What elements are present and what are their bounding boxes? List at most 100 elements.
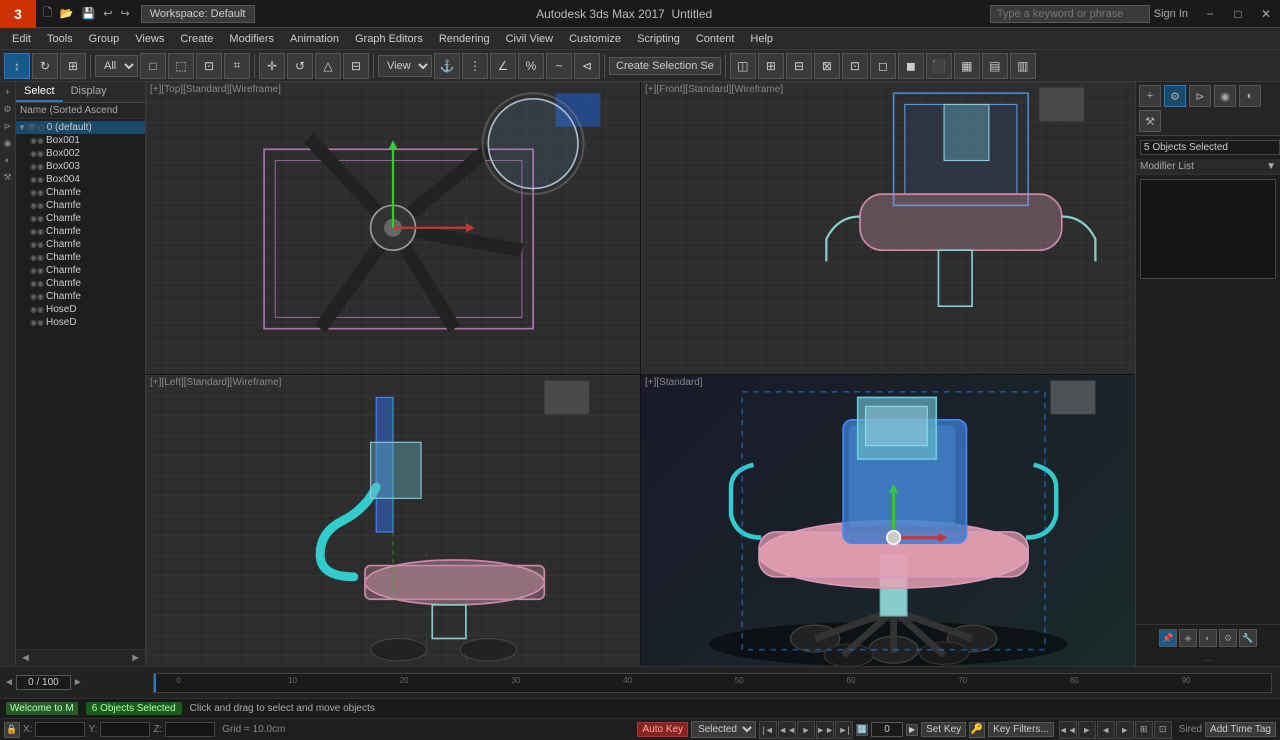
menu-tools[interactable]: Tools (39, 31, 81, 47)
menu-animation[interactable]: Animation (282, 31, 347, 47)
tree-item-box003[interactable]: ◉◉ Box003 (16, 160, 145, 173)
tree-item-root[interactable]: ▼ 👁 ◻ 0 (default) (16, 121, 145, 134)
y-input[interactable] (100, 722, 150, 737)
search-input[interactable] (990, 5, 1150, 23)
named-sel-3[interactable]: ⊟ (786, 53, 812, 79)
extra-btn1[interactable]: ◄◄ (1059, 721, 1077, 739)
named-sel-2[interactable]: ⊞ (758, 53, 784, 79)
key-icon-button[interactable]: 🔑 (969, 722, 985, 738)
workspace-button[interactable]: Workspace: Default (141, 5, 255, 23)
menu-group[interactable]: Group (81, 31, 128, 47)
utilities-panel-icon[interactable]: ⚒ (1139, 110, 1161, 132)
named-sel-5[interactable]: ⊡ (842, 53, 868, 79)
scroll-left-btn[interactable]: ◄ (20, 652, 31, 664)
create-icon[interactable]: + (1, 85, 15, 99)
scale-tool[interactable]: △ (315, 53, 341, 79)
go-end-button[interactable]: ►| (835, 721, 853, 739)
sign-in-button[interactable]: Sign In (1154, 8, 1188, 20)
tab-display[interactable]: Display (63, 82, 115, 102)
go-start-button[interactable]: |◄ (759, 721, 777, 739)
tree-item-chamfe4[interactable]: ◉◉ Chamfe (16, 225, 145, 238)
named-sel-1[interactable]: ◫ (730, 53, 756, 79)
minimize-button[interactable]: − (1196, 0, 1224, 28)
new-icon[interactable]: 🗋 (40, 3, 55, 24)
menu-graph-editors[interactable]: Graph Editors (347, 31, 431, 47)
show-result-icon[interactable]: ◈ (1179, 629, 1197, 647)
z-input[interactable] (165, 722, 215, 737)
create-selection-button[interactable]: Create Selection Se (609, 57, 721, 75)
fps-button[interactable]: ▶ (906, 724, 918, 736)
rotate-tool[interactable]: ↺ (287, 53, 313, 79)
viewport-left[interactable]: [+][Left][Standard][Wireframe] (146, 375, 640, 667)
named-sel-6[interactable]: ◻ (870, 53, 896, 79)
tree-item-hosed1[interactable]: ◉◉ HoseD (16, 303, 145, 316)
named-sel-4[interactable]: ⊠ (814, 53, 840, 79)
magnet-button[interactable]: ⚓ (434, 53, 460, 79)
named-sel-10[interactable]: ▤ (982, 53, 1008, 79)
lock-button[interactable]: 🔒 (4, 722, 20, 738)
menu-views[interactable]: Views (127, 31, 172, 47)
tree-item-chamfe1[interactable]: ◉◉ Chamfe (16, 186, 145, 199)
maximize-button[interactable]: □ (1224, 0, 1252, 28)
key-type-dropdown[interactable]: Selected (691, 721, 756, 738)
snap-angle[interactable]: ∠ (490, 53, 516, 79)
modify-icon[interactable]: ⚙ (1, 102, 15, 116)
tree-item-box002[interactable]: ◉◉ Box002 (16, 147, 145, 160)
menu-content[interactable]: Content (688, 31, 743, 47)
freeform-region-button[interactable]: ⌗ (224, 53, 250, 79)
tree-item-hosed2[interactable]: ◉◉ HoseD (16, 316, 145, 329)
tree-item-chamfe2[interactable]: ◉◉ Chamfe (16, 199, 145, 212)
display-panel-icon[interactable]: ◐ (1239, 85, 1261, 107)
x-input[interactable] (35, 722, 85, 737)
set-key-button[interactable]: Set Key (921, 722, 966, 737)
viewport-perspective[interactable]: [+][Standard] (641, 375, 1135, 667)
undo-icon[interactable]: ↩ (100, 6, 115, 21)
selected-name-input[interactable] (1140, 140, 1280, 155)
utilities-icon[interactable]: ⚒ (1, 170, 15, 184)
rotate-button[interactable]: ↻ (32, 53, 58, 79)
next-frame-button[interactable]: ►► (816, 721, 834, 739)
select-obj-button[interactable]: □ (140, 53, 166, 79)
viewport-top[interactable]: [+][Top][Standard][Wireframe] (146, 82, 640, 374)
tree-item-chamfe6[interactable]: ◉◉ Chamfe (16, 251, 145, 264)
tree-item-chamfe8[interactable]: ◉◉ Chamfe (16, 277, 145, 290)
redo-icon[interactable]: ↪ (117, 6, 132, 21)
named-sel-8[interactable]: ⬛ (926, 53, 952, 79)
play-button[interactable]: ► (797, 721, 815, 739)
motion-icon[interactable]: ◉ (1, 136, 15, 150)
menu-help[interactable]: Help (742, 31, 781, 47)
menu-create[interactable]: Create (172, 31, 221, 47)
wrench-icon[interactable]: 🔧 (1239, 629, 1257, 647)
align-button[interactable]: ⊟ (343, 53, 369, 79)
tree-item-box001[interactable]: ◉◉ Box001 (16, 134, 145, 147)
modifier-list-header[interactable]: Modifier List ▼ (1136, 159, 1280, 175)
snap-toggle[interactable]: ⋮ (462, 53, 488, 79)
timeline-track[interactable]: 0 10 20 30 40 50 60 70 80 90 (153, 673, 1272, 693)
selection-filter-dropdown[interactable]: All (95, 55, 138, 77)
save-icon[interactable]: 💾 (79, 6, 99, 21)
menu-modifiers[interactable]: Modifiers (221, 31, 282, 47)
scroll-right-btn[interactable]: ► (130, 652, 141, 664)
extra-btn6[interactable]: ⊡ (1154, 721, 1172, 739)
open-icon[interactable]: 📂 (57, 6, 77, 21)
mirror-button[interactable]: ⊲ (574, 53, 600, 79)
snap-spinner[interactable]: ~ (546, 53, 572, 79)
scale-button[interactable]: ⊞ (60, 53, 86, 79)
menu-rendering[interactable]: Rendering (431, 31, 498, 47)
menu-edit[interactable]: Edit (4, 31, 39, 47)
hierarchy-panel-icon[interactable]: ⊳ (1189, 85, 1211, 107)
key-filters-button[interactable]: Key Filters... (988, 722, 1054, 737)
motion-panel-icon[interactable]: ◉ (1214, 85, 1236, 107)
close-button[interactable]: ✕ (1252, 0, 1280, 28)
tree-item-box004[interactable]: ◉◉ Box004 (16, 173, 145, 186)
tree-item-chamfe5[interactable]: ◉◉ Chamfe (16, 238, 145, 251)
extra-btn3[interactable]: ◄ (1097, 721, 1115, 739)
window-crossing-button[interactable]: ⊡ (196, 53, 222, 79)
tree-item-chamfe9[interactable]: ◉◉ Chamfe (16, 290, 145, 303)
add-time-tag-button[interactable]: Add Time Tag (1205, 722, 1276, 737)
create-panel-icon[interactable]: + (1139, 85, 1161, 107)
tree-item-chamfe7[interactable]: ◉◉ Chamfe (16, 264, 145, 277)
auto-key-button[interactable]: Auto Key (637, 722, 688, 737)
tab-select[interactable]: Select (16, 82, 63, 102)
hierarchy-icon[interactable]: ⊳ (1, 119, 15, 133)
